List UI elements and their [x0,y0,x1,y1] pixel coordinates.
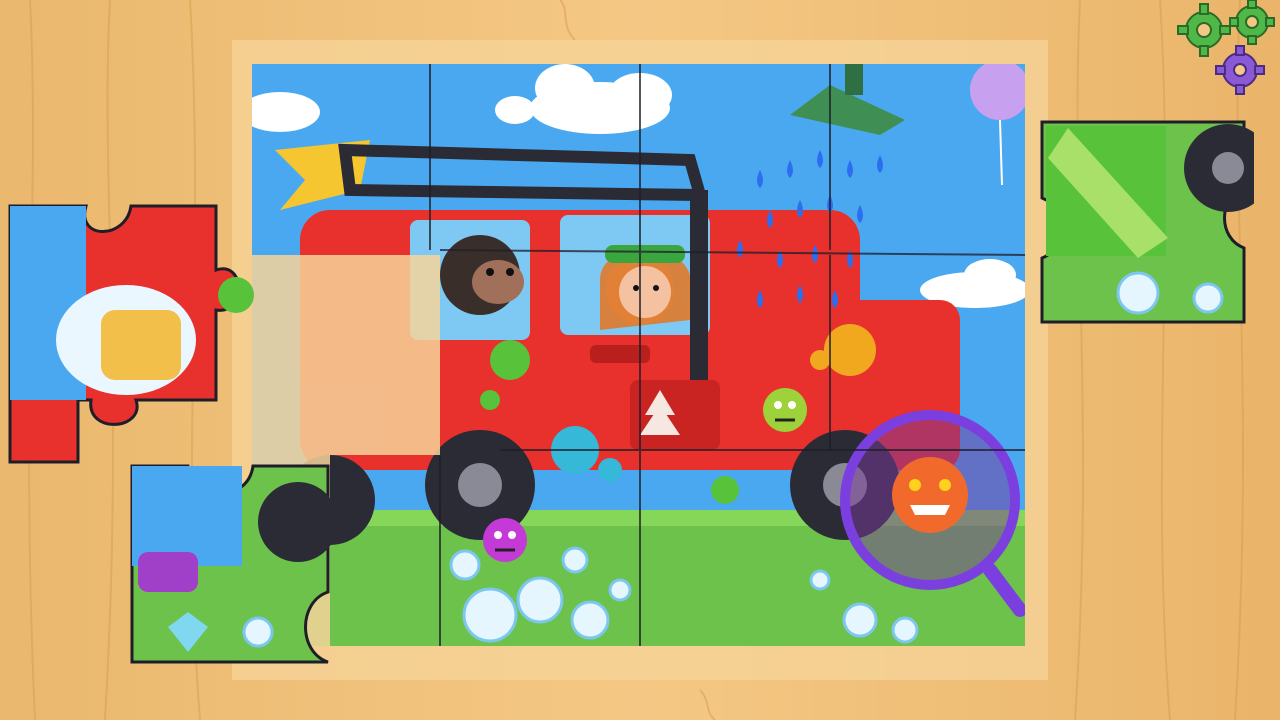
loose-piece-bottom-left[interactable] [128,462,338,667]
gear-icon-green-left [1177,3,1231,57]
loose-piece-left[interactable] [6,200,268,466]
gear-icon-green-right [1229,0,1275,45]
gear-icon-purple [1215,45,1265,95]
girl-character [600,245,690,330]
purple-germ [483,518,527,562]
loose-piece-right[interactable] [1038,118,1254,326]
settings-gears-icon[interactable] [1176,0,1280,100]
green-germ [763,388,807,432]
